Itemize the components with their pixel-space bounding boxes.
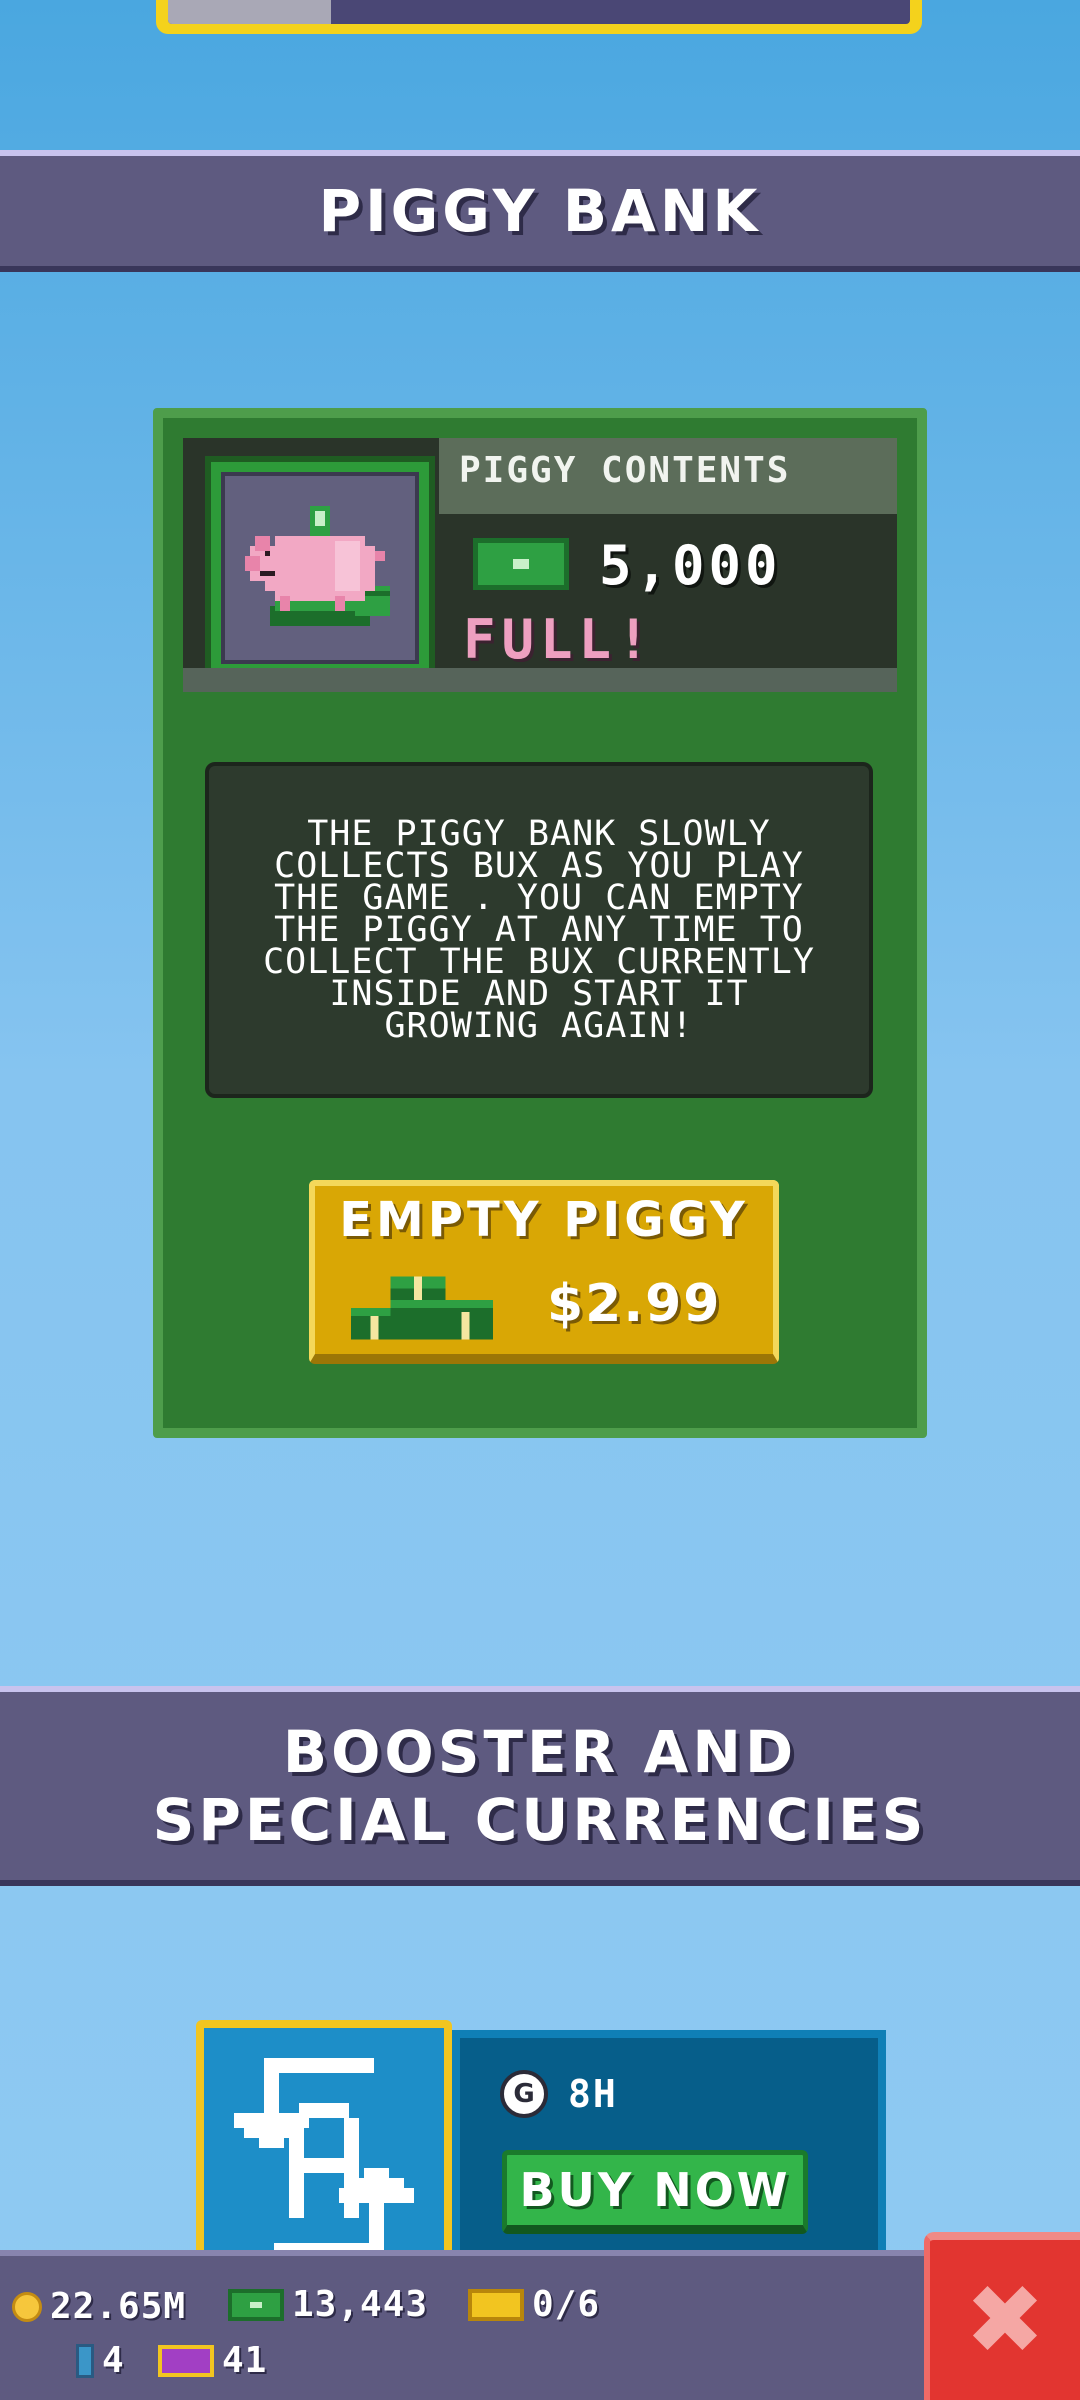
top-progress-fill [168,0,332,24]
top-progress-track [168,0,910,24]
gems-display: 4 [76,2340,125,2381]
piggy-contents-label: PIGGY CONTENTS [459,450,791,491]
piggy-bank-header: PIGGY BANK [0,150,1080,272]
coin-icon [12,2291,42,2322]
timer-icon: G [500,2070,548,2118]
coins-count: 22.65M [50,2286,187,2327]
empty-piggy-label: EMPTY PIGGY [339,1192,749,1248]
tickets-count: 0/6 [532,2284,601,2325]
bux-count: 13,443 [292,2284,429,2325]
piggy-description-box: The piggy bank slowly collects bux as yo… [205,762,873,1098]
tickets-display: 0/6 [468,2284,600,2325]
bux-icon [473,538,569,590]
empty-piggy-button[interactable]: EMPTY PIGGY $2.99 [309,1180,779,1364]
piggy-bank-card: PIGGY CONTENTS 5,000 FULL! THE PIGGY BAN… [153,408,927,1438]
booster-header: BOOSTER AND SPECIAL CURRENCIES [0,1686,1080,1886]
piggy-amount: 5,000 [599,534,782,597]
close-icon: ✖ [964,2264,1046,2376]
special-ticket-icon [158,2344,214,2377]
empty-piggy-price: $2.99 [547,1274,722,1334]
top-progress-bar [156,0,922,34]
coins-display: 22.65M [12,2286,186,2327]
piggy-contents-header: PIGGY CONTENTS [439,438,897,514]
piggy-bank-title: PIGGY BANK [318,177,762,245]
ticket-icon [468,2288,524,2321]
close-button[interactable]: ✖ [924,2232,1080,2400]
booster-timer: 8H [568,2072,618,2116]
special-tickets-count: 41 [222,2340,268,2381]
piggy-info-footer [183,668,897,692]
cash-stack-icon [351,1276,493,1340]
special-tickets-display: 41 [158,2340,267,2381]
booster-title: BOOSTER AND SPECIAL CURRENCIES [152,1718,928,1854]
piggy-info-panel: PIGGY CONTENTS 5,000 FULL! [183,438,897,692]
bux-icon [228,2288,284,2321]
piggy-status-label: FULL! [463,608,656,671]
resource-bar: 22.65M 13,443 0/6 4 41 [0,2250,924,2400]
booster-info-panel: G 8H BUY NOW [452,2030,886,2270]
piggy-bank-icon [245,506,390,626]
bux-display: 13,443 [228,2284,428,2325]
gems-count: 4 [102,2340,125,2381]
piggy-icon-frame [205,456,435,680]
piggy-description: The piggy bank slowly collects bux as yo… [263,814,815,1046]
gem-icon [76,2343,94,2378]
auto-booster-icon [234,2058,414,2258]
buy-now-button[interactable]: BUY NOW [502,2150,808,2234]
timer-icon-letter: G [513,2079,535,2109]
piggy-icon-background [221,472,419,664]
